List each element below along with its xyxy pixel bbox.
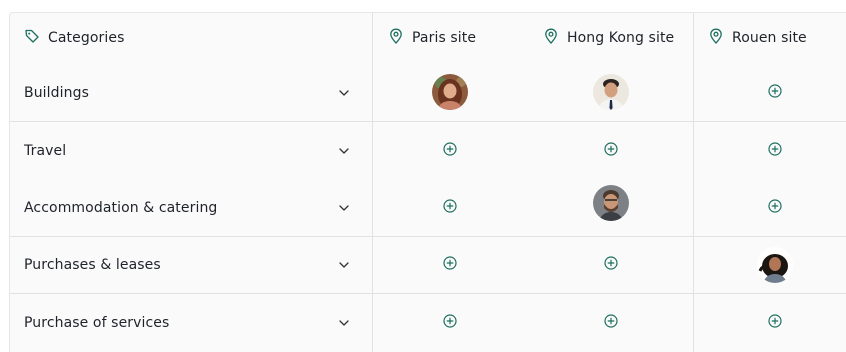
assignee-avatar[interactable] — [430, 72, 470, 112]
plus-circle-icon — [604, 255, 618, 274]
row-divider — [10, 236, 846, 237]
map-pin-icon — [709, 28, 723, 48]
assignee-avatar[interactable] — [591, 72, 631, 112]
chevron-down-icon[interactable] — [336, 315, 352, 331]
category-label-travel: Travel — [24, 143, 67, 159]
site-header-label: Hong Kong site — [567, 30, 675, 46]
categories-header-label: Categories — [48, 30, 125, 46]
chevron-down-icon[interactable] — [336, 85, 352, 101]
site-header-label: Rouen site — [732, 30, 807, 46]
site-header-hong-kong: Hong Kong site — [544, 25, 674, 51]
add-assignee-button[interactable] — [755, 187, 795, 227]
site-header-label: Paris site — [412, 30, 477, 46]
map-pin-icon — [389, 28, 403, 48]
add-assignee-button[interactable] — [755, 302, 795, 342]
plus-circle-icon — [604, 313, 618, 332]
add-assignee-button[interactable] — [430, 187, 470, 227]
row-divider — [10, 121, 846, 122]
category-label-purchases-leases: Purchases & leases — [24, 257, 161, 273]
add-assignee-button[interactable] — [591, 244, 631, 284]
plus-circle-icon — [604, 141, 618, 160]
plus-circle-icon — [443, 198, 457, 217]
column-divider — [693, 13, 694, 352]
map-pin-icon — [544, 28, 558, 48]
plus-circle-icon — [768, 83, 782, 102]
tag-icon — [24, 28, 40, 48]
category-label-accommodation: Accommodation & catering — [24, 200, 218, 216]
add-assignee-button[interactable] — [755, 130, 795, 170]
chevron-down-icon[interactable] — [336, 257, 352, 273]
chevron-down-icon[interactable] — [336, 143, 352, 159]
plus-circle-icon — [768, 313, 782, 332]
site-header-rouen: Rouen site — [709, 25, 807, 51]
add-assignee-button[interactable] — [591, 302, 631, 342]
category-label-purchase-services: Purchase of services — [24, 315, 170, 331]
add-assignee-button[interactable] — [755, 72, 795, 112]
column-divider — [372, 13, 373, 352]
category-label-buildings: Buildings — [24, 85, 89, 101]
chevron-down-icon[interactable] — [336, 200, 352, 216]
row-divider — [10, 293, 846, 294]
avatar — [593, 74, 629, 110]
avatar — [757, 247, 793, 283]
avatar — [432, 74, 468, 110]
site-header-paris: Paris site — [389, 25, 476, 51]
assignee-avatar[interactable] — [591, 183, 631, 223]
plus-circle-icon — [443, 141, 457, 160]
add-assignee-button[interactable] — [430, 244, 470, 284]
add-assignee-button[interactable] — [430, 130, 470, 170]
plus-circle-icon — [768, 198, 782, 217]
add-assignee-button[interactable] — [591, 130, 631, 170]
categories-sites-table: Categories Paris site Hong Kong site Rou — [9, 12, 846, 352]
add-assignee-button[interactable] — [430, 302, 470, 342]
avatar — [593, 185, 629, 221]
assignee-avatar[interactable] — [755, 245, 795, 285]
plus-circle-icon — [443, 313, 457, 332]
plus-circle-icon — [768, 141, 782, 160]
categories-header: Categories — [24, 25, 124, 51]
plus-circle-icon — [443, 255, 457, 274]
